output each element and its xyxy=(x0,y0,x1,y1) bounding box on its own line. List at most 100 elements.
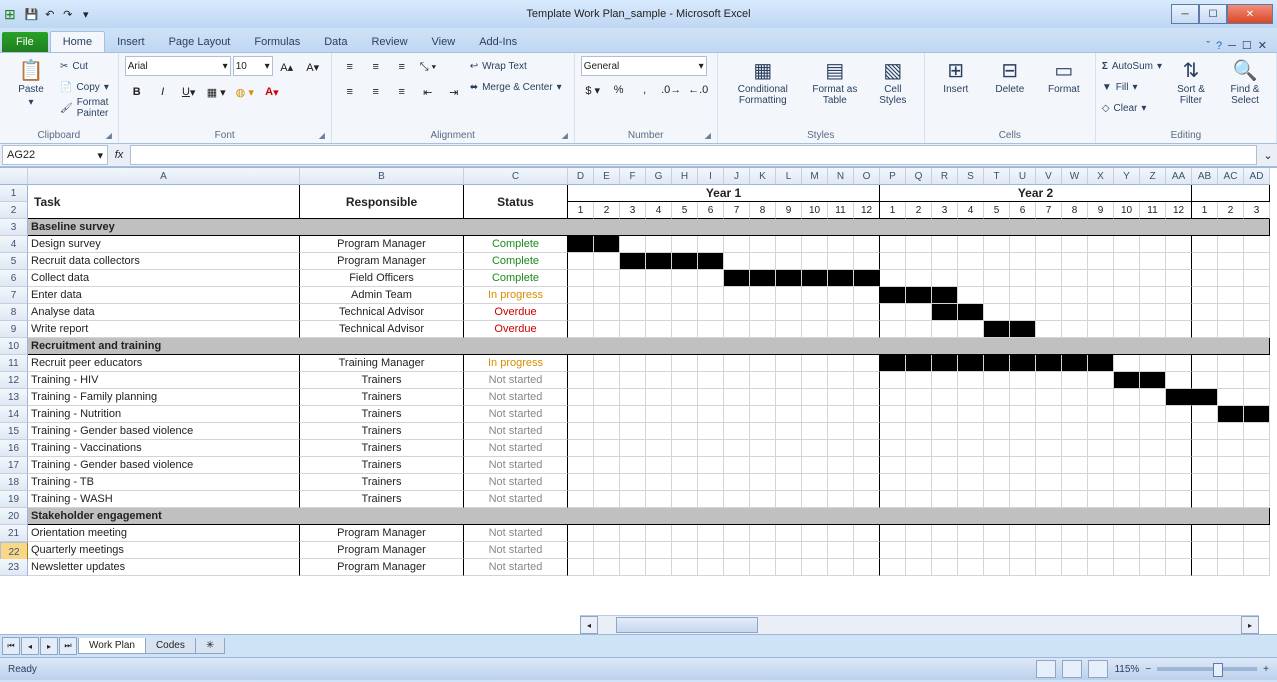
gantt-cell[interactable] xyxy=(698,525,724,542)
task-cell[interactable]: Design survey xyxy=(28,236,300,253)
gantt-cell[interactable] xyxy=(958,321,984,338)
number-format-select[interactable]: General▾ xyxy=(581,56,707,76)
row-header[interactable]: 2 xyxy=(0,202,28,219)
gantt-cell[interactable] xyxy=(880,389,906,406)
gantt-cell[interactable] xyxy=(854,457,880,474)
gantt-cell[interactable] xyxy=(1244,236,1270,253)
name-box[interactable]: AG22▾ xyxy=(2,145,108,165)
gantt-cell[interactable] xyxy=(1192,525,1218,542)
gantt-cell[interactable] xyxy=(698,372,724,389)
gantt-cell[interactable] xyxy=(724,440,750,457)
gantt-cell[interactable] xyxy=(698,389,724,406)
column-header[interactable]: N xyxy=(828,168,854,185)
gantt-cell[interactable] xyxy=(1114,474,1140,491)
responsible-cell[interactable]: Program Manager xyxy=(300,253,464,270)
gantt-cell[interactable] xyxy=(1062,457,1088,474)
column-header[interactable]: T xyxy=(984,168,1010,185)
gantt-cell[interactable] xyxy=(958,491,984,508)
gantt-cell[interactable] xyxy=(1166,440,1192,457)
gantt-cell[interactable] xyxy=(646,304,672,321)
gantt-cell[interactable] xyxy=(1166,491,1192,508)
status-cell[interactable]: Not started xyxy=(464,423,568,440)
gantt-cell[interactable] xyxy=(646,372,672,389)
maximize-button[interactable]: ☐ xyxy=(1199,4,1227,24)
row-header[interactable]: 18 xyxy=(0,474,28,491)
gantt-cell[interactable] xyxy=(1036,253,1062,270)
tab-view[interactable]: View xyxy=(420,32,468,52)
gantt-cell[interactable] xyxy=(1140,457,1166,474)
gantt-cell[interactable] xyxy=(698,321,724,338)
gantt-cell[interactable] xyxy=(828,389,854,406)
gantt-cell[interactable] xyxy=(1062,253,1088,270)
decrease-font-button[interactable]: A▾ xyxy=(301,56,325,78)
gantt-cell[interactable] xyxy=(828,287,854,304)
gantt-cell[interactable] xyxy=(1192,440,1218,457)
gantt-cell[interactable] xyxy=(1114,440,1140,457)
alignment-launcher[interactable]: ◢ xyxy=(562,131,572,141)
gantt-cell[interactable] xyxy=(698,474,724,491)
task-cell[interactable]: Training - Gender based violence xyxy=(28,423,300,440)
gantt-cell[interactable] xyxy=(698,304,724,321)
bold-button[interactable]: B xyxy=(125,81,149,103)
responsible-cell[interactable]: Technical Advisor xyxy=(300,321,464,338)
gantt-cell[interactable] xyxy=(646,491,672,508)
status-cell[interactable]: Complete xyxy=(464,236,568,253)
responsible-cell[interactable]: Trainers xyxy=(300,457,464,474)
task-cell[interactable]: Training - Gender based violence xyxy=(28,457,300,474)
gantt-cell[interactable] xyxy=(932,372,958,389)
column-header[interactable]: W xyxy=(1062,168,1088,185)
gantt-cell[interactable] xyxy=(1036,525,1062,542)
gantt-cell[interactable] xyxy=(1140,474,1166,491)
align-center-button[interactable]: ≡ xyxy=(364,81,388,103)
qat-dropdown-icon[interactable]: ▾ xyxy=(78,6,94,22)
gantt-cell[interactable] xyxy=(1166,270,1192,287)
gantt-cell[interactable] xyxy=(932,525,958,542)
save-icon[interactable]: 💾 xyxy=(24,6,40,22)
gantt-cell[interactable] xyxy=(698,423,724,440)
gantt-cell[interactable] xyxy=(932,270,958,287)
gantt-cell[interactable] xyxy=(932,321,958,338)
gantt-cell[interactable] xyxy=(906,559,932,576)
gantt-cell[interactable] xyxy=(750,440,776,457)
gantt-cell[interactable] xyxy=(1088,525,1114,542)
normal-view-button[interactable] xyxy=(1036,660,1056,678)
scroll-thumb[interactable] xyxy=(616,617,758,633)
task-cell[interactable]: Training - Family planning xyxy=(28,389,300,406)
tab-formulas[interactable]: Formulas xyxy=(242,32,312,52)
gantt-cell[interactable] xyxy=(1166,525,1192,542)
column-header[interactable]: P xyxy=(880,168,906,185)
gantt-cell[interactable] xyxy=(1192,542,1218,559)
find-select-button[interactable]: 🔍Find & Select xyxy=(1220,56,1270,108)
gantt-cell[interactable] xyxy=(1114,355,1140,372)
gantt-cell[interactable] xyxy=(672,321,698,338)
gantt-cell[interactable] xyxy=(906,287,932,304)
gantt-cell[interactable] xyxy=(750,542,776,559)
gantt-cell[interactable] xyxy=(984,474,1010,491)
gantt-cell[interactable] xyxy=(1036,372,1062,389)
column-header[interactable]: B xyxy=(300,168,464,185)
task-cell[interactable]: Newsletter updates xyxy=(28,559,300,576)
gantt-cell[interactable] xyxy=(1062,304,1088,321)
gantt-cell[interactable] xyxy=(724,423,750,440)
gantt-cell[interactable] xyxy=(1010,355,1036,372)
gantt-cell[interactable] xyxy=(698,457,724,474)
gantt-cell[interactable] xyxy=(880,525,906,542)
gantt-cell[interactable] xyxy=(620,406,646,423)
merge-center-button[interactable]: ⬌Merge & Center ▾ xyxy=(470,77,562,97)
gantt-cell[interactable] xyxy=(1036,287,1062,304)
gantt-cell[interactable] xyxy=(1088,270,1114,287)
responsible-cell[interactable]: Field Officers xyxy=(300,270,464,287)
gantt-cell[interactable] xyxy=(1166,321,1192,338)
status-cell[interactable]: Not started xyxy=(464,440,568,457)
gantt-cell[interactable] xyxy=(776,423,802,440)
gantt-cell[interactable] xyxy=(828,559,854,576)
gantt-cell[interactable] xyxy=(984,321,1010,338)
gantt-cell[interactable] xyxy=(828,542,854,559)
row-header[interactable]: 21 xyxy=(0,525,28,542)
gantt-cell[interactable] xyxy=(1218,321,1244,338)
gantt-cell[interactable] xyxy=(906,423,932,440)
orientation-button[interactable]: ⤡ ▾ xyxy=(416,56,440,78)
gantt-cell[interactable] xyxy=(802,389,828,406)
gantt-cell[interactable] xyxy=(1036,559,1062,576)
italic-button[interactable]: I xyxy=(151,81,175,103)
